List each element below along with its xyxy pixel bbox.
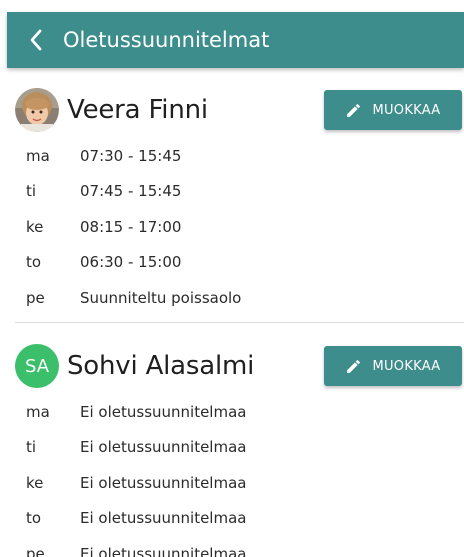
weekday: to [26, 253, 42, 272]
back-button[interactable] [13, 12, 59, 68]
schedule-value: Ei oletussuunnitelmaa [80, 544, 247, 557]
page-title: Oletussuunnitelmat [63, 28, 270, 52]
schedule-value: Suunniteltu poissaolo [80, 288, 242, 307]
schedule-row: to Ei oletussuunnitelmaa [0, 501, 464, 537]
chevron-left-icon [30, 29, 42, 51]
schedule-list: ma 07:30 - 15:45 ti 07:45 - 15:45 ke 08:15 … [0, 138, 464, 316]
weekday: pe [26, 544, 45, 557]
edit-button[interactable]: MUOKKAA [324, 346, 462, 386]
schedule-value: 07:30 - 15:45 [80, 146, 182, 165]
child-name: Veera Finni [67, 95, 208, 125]
weekday: pe [26, 288, 45, 307]
schedule-value: 08:15 - 17:00 [80, 217, 182, 236]
schedule-value: Ei oletussuunnitelmaa [80, 509, 247, 528]
weekday: ti [26, 182, 37, 201]
schedule-row: ti 07:45 - 15:45 [0, 174, 464, 210]
schedule-value: Ei oletussuunnitelmaa [80, 402, 247, 421]
schedule-list: ma Ei oletussuunnitelmaa ti Ei oletussuunn… [0, 394, 464, 557]
weekday: ma [26, 146, 50, 165]
schedule-row: ma Ei oletussuunnitelmaa [0, 394, 464, 430]
edit-button[interactable]: MUOKKAA [324, 90, 462, 130]
schedule-value: 07:45 - 15:45 [80, 182, 182, 201]
child-header: Veera Finni [15, 86, 208, 134]
schedule-row: ke 08:15 - 17:00 [0, 209, 464, 245]
divider [15, 322, 464, 323]
child-name: Sohvi Alasalmi [67, 351, 255, 381]
weekday: to [26, 509, 42, 528]
schedule-value: 06:30 - 15:00 [80, 253, 182, 272]
schedule-row: ke Ei oletussuunnitelmaa [0, 465, 464, 501]
top-app-bar: Oletussuunnitelmat [7, 12, 464, 68]
pencil-icon [347, 103, 361, 117]
weekday: ti [26, 438, 37, 457]
avatar-initials: SA [15, 344, 59, 388]
schedule-row: to 06:30 - 15:00 [0, 245, 464, 281]
schedule-row: ti Ei oletussuunnitelmaa [0, 430, 464, 466]
schedule-value: Ei oletussuunnitelmaa [80, 473, 247, 492]
weekday: ma [26, 402, 50, 421]
app-screen: Oletussuunnitelmat Veera Finni MUOKKAA m… [0, 0, 464, 557]
schedule-row: ma 07:30 - 15:45 [0, 138, 464, 174]
weekday: ke [26, 217, 44, 236]
schedule-row: pe Suunniteltu poissaolo [0, 280, 464, 316]
avatar-photo [15, 88, 59, 132]
schedule-value: Ei oletussuunnitelmaa [80, 438, 247, 457]
edit-button-label: MUOKKAA [372, 358, 441, 374]
weekday: ke [26, 473, 44, 492]
edit-button-label: MUOKKAA [372, 102, 441, 118]
child-header: SA Sohvi Alasalmi [15, 342, 254, 390]
pencil-icon [347, 359, 361, 373]
schedule-row: pe Ei oletussuunnitelmaa [0, 536, 464, 557]
